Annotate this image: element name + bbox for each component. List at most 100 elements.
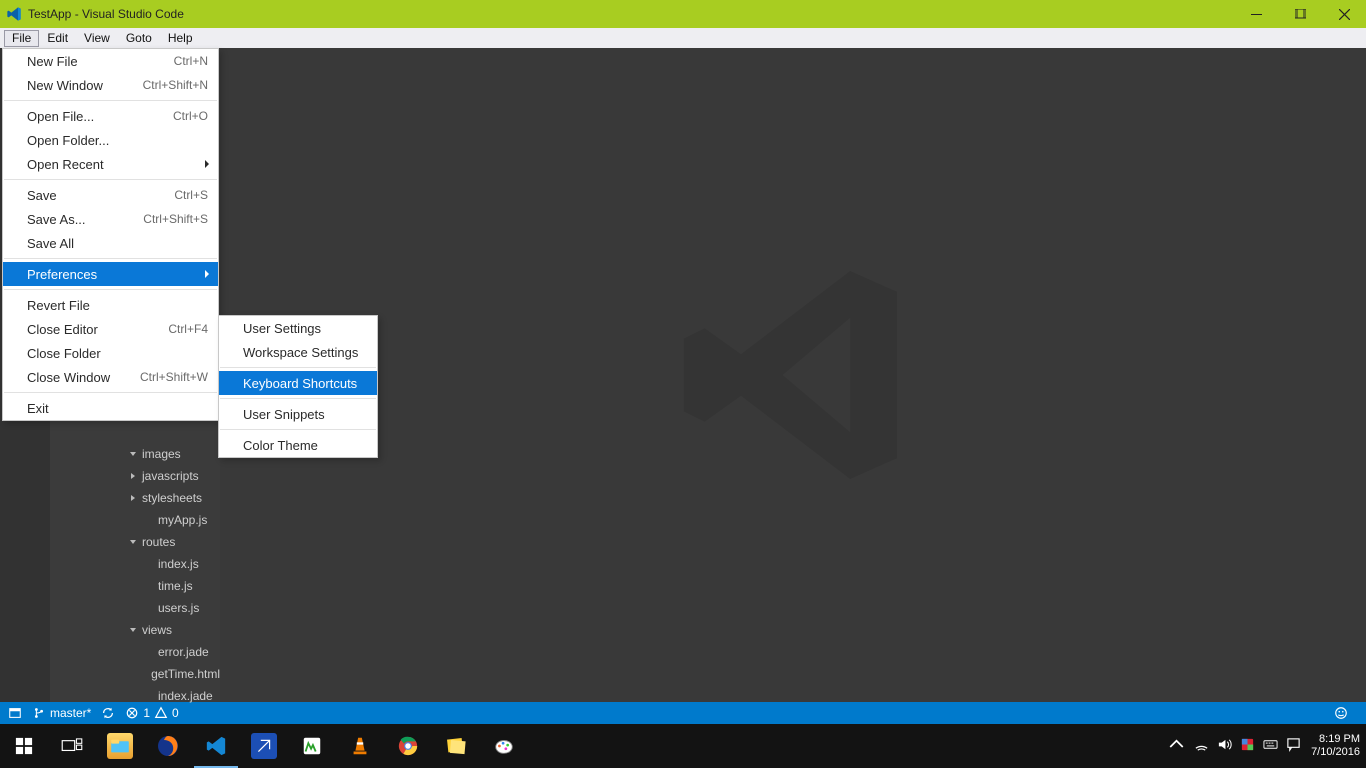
menubar-item-view[interactable]: View (76, 30, 118, 47)
file-menu-item[interactable]: Close Editor Ctrl+F4 (3, 317, 218, 341)
file-menu-item[interactable]: SaveCtrl+S (3, 183, 218, 207)
preferences-submenu-item[interactable]: Workspace Settings (219, 340, 377, 364)
tray-network-icon[interactable] (1194, 737, 1209, 755)
taskbar-app-2[interactable] (288, 724, 336, 768)
taskbar-paint[interactable] (480, 724, 528, 768)
taskbar-firefox[interactable] (144, 724, 192, 768)
menubar-item-edit[interactable]: Edit (39, 30, 76, 47)
tree-row[interactable]: getTime.html (58, 663, 220, 685)
taskbar-vlc[interactable] (336, 724, 384, 768)
tree-label: getTime.html (151, 667, 220, 681)
file-menu-popup: New FileCtrl+NNew WindowCtrl+Shift+N Open… (2, 48, 219, 421)
tree-row[interactable]: stylesheets (58, 487, 220, 509)
menubar-item-help[interactable]: Help (160, 30, 201, 47)
window-minimize-button[interactable] (1234, 0, 1278, 28)
menu-separator (4, 258, 217, 259)
file-menu-item[interactable]: Open Recent (3, 152, 218, 176)
menu-item-shortcut: Ctrl+F4 (168, 322, 208, 336)
task-view-button[interactable] (48, 724, 96, 768)
file-menu-item[interactable]: Close WindowCtrl+Shift+W (3, 365, 218, 389)
tree-row[interactable]: routes (58, 531, 220, 553)
menu-separator (220, 367, 376, 368)
preferences-submenu-popup: User SettingsWorkspace Settings Keyboard … (218, 315, 378, 458)
twisty-open-icon[interactable] (128, 538, 138, 546)
window-titlebar: TestApp - Visual Studio Code (0, 0, 1366, 28)
twisty-closed-icon[interactable] (128, 472, 138, 480)
menu-item-label: New Window (27, 78, 103, 93)
file-menu-item[interactable]: Save As...Ctrl+Shift+S (3, 207, 218, 231)
status-sync[interactable] (101, 706, 115, 720)
file-menu-item[interactable]: New WindowCtrl+Shift+N (3, 73, 218, 97)
tree-row[interactable]: users.js (58, 597, 220, 619)
twisty-open-icon[interactable] (128, 450, 138, 458)
file-menu-item[interactable]: Open Folder... (3, 128, 218, 152)
taskbar-time: 8:19 PM (1311, 733, 1360, 746)
file-menu-item[interactable]: Revert File (3, 293, 218, 317)
menu-item-label: Save All (27, 236, 74, 251)
file-menu-item[interactable]: Exit (3, 396, 218, 420)
taskbar-vscode[interactable] (192, 724, 240, 768)
tree-row[interactable]: index.jade (58, 685, 220, 707)
tree-label: error.jade (158, 645, 209, 659)
status-warning-count: 0 (172, 706, 179, 720)
menu-item-label: New File (27, 54, 78, 69)
status-error-count: 1 (143, 706, 150, 720)
menubar-item-goto[interactable]: Goto (118, 30, 160, 47)
file-menu-item[interactable]: Preferences (3, 262, 218, 286)
twisty-open-icon[interactable] (128, 626, 138, 634)
taskbar-clock[interactable]: 8:19 PM 7/10/2016 (1311, 733, 1360, 759)
menu-separator (220, 398, 376, 399)
menu-separator (4, 289, 217, 290)
tree-label: time.js (158, 579, 193, 593)
tree-row[interactable]: time.js (58, 575, 220, 597)
menu-item-label: Save As... (27, 212, 86, 227)
menu-separator (4, 392, 217, 393)
tree-row[interactable]: views (58, 619, 220, 641)
status-feedback[interactable] (1334, 706, 1348, 720)
tree-label: stylesheets (142, 491, 202, 505)
taskbar-sticky-notes[interactable] (432, 724, 480, 768)
submenu-arrow-icon (204, 267, 210, 282)
menu-item-shortcut: Ctrl+O (173, 109, 208, 123)
tray-volume-icon[interactable] (1217, 737, 1232, 755)
tree-row[interactable]: myApp.js (58, 509, 220, 531)
menu-item-label: Exit (27, 401, 49, 416)
taskbar-file-explorer[interactable] (96, 724, 144, 768)
tray-input-icon[interactable] (1263, 737, 1278, 755)
system-tray (1194, 737, 1301, 755)
tray-action-center-icon[interactable] (1286, 737, 1301, 755)
file-menu-item[interactable]: New FileCtrl+N (3, 49, 218, 73)
tree-label: users.js (158, 601, 199, 615)
menu-item-shortcut: Ctrl+S (174, 188, 208, 202)
menu-separator (4, 179, 217, 180)
tree-row[interactable]: javascripts (58, 465, 220, 487)
menu-item-label: Open File... (27, 109, 94, 124)
menubar-item-file[interactable]: File (4, 30, 39, 47)
preferences-submenu-item[interactable]: Keyboard Shortcuts (219, 371, 377, 395)
preferences-submenu-item[interactable]: User Settings (219, 316, 377, 340)
tree-label: index.js (158, 557, 199, 571)
preferences-submenu-item[interactable]: Color Theme (219, 433, 377, 457)
tree-label: myApp.js (158, 513, 207, 527)
menu-item-label: Close Editor (27, 322, 98, 337)
status-git-branch[interactable]: master* (32, 706, 91, 720)
taskbar-app-1[interactable] (240, 724, 288, 768)
file-menu-item[interactable]: Close Folder (3, 341, 218, 365)
status-problems[interactable]: 1 0 (125, 706, 178, 720)
tray-security-icon[interactable] (1240, 737, 1255, 755)
preferences-submenu-item[interactable]: User Snippets (219, 402, 377, 426)
start-button[interactable] (0, 724, 48, 768)
twisty-closed-icon[interactable] (128, 494, 138, 502)
taskbar-chrome[interactable] (384, 724, 432, 768)
tree-row[interactable]: index.js (58, 553, 220, 575)
status-scm-button[interactable] (8, 706, 22, 720)
file-menu-item[interactable]: Save All (3, 231, 218, 255)
window-maximize-button[interactable] (1278, 0, 1322, 28)
tree-row[interactable]: images (58, 443, 220, 465)
file-menu-item[interactable]: Open File... Ctrl+O (3, 104, 218, 128)
tree-row[interactable]: error.jade (58, 641, 220, 663)
window-close-button[interactable] (1322, 0, 1366, 28)
editor-area (220, 48, 1366, 702)
tray-show-hidden-icon[interactable] (1169, 737, 1184, 755)
menu-item-label: Keyboard Shortcuts (243, 376, 357, 391)
